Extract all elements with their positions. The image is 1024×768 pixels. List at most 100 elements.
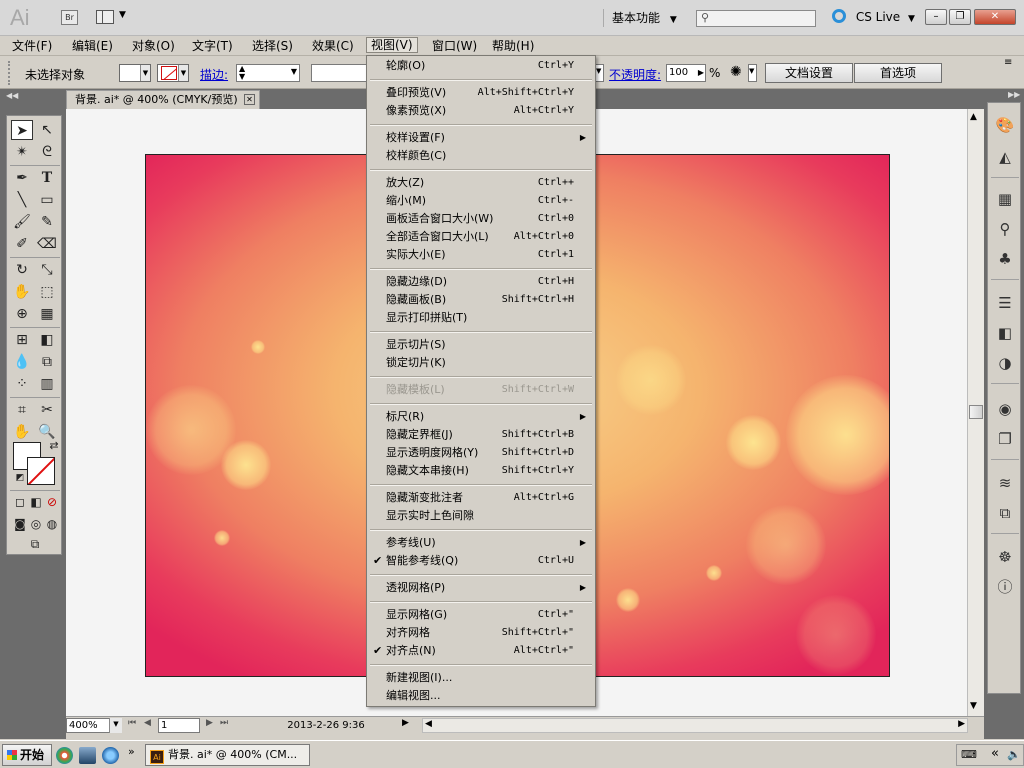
- minimize-button[interactable]: –: [925, 9, 947, 25]
- help-search-input[interactable]: ⚲: [696, 10, 816, 27]
- brush-field[interactable]: [311, 64, 367, 82]
- menu-item-proof-setup[interactable]: 校样设置(F) ▶: [368, 129, 594, 147]
- document-setup-button[interactable]: 文档设置: [765, 63, 853, 83]
- keyboard-icon[interactable]: ⌨: [961, 748, 977, 761]
- eyedropper-tool-icon[interactable]: 💧: [11, 352, 33, 372]
- next-artboard-icon[interactable]: ▶: [206, 718, 213, 728]
- menu-window[interactable]: 窗口(W): [428, 38, 481, 54]
- cs-live-button[interactable]: CS Live ▼: [832, 9, 915, 24]
- vertical-scrollbar[interactable]: ▲ ▼: [967, 109, 984, 716]
- menu-help[interactable]: 帮助(H): [488, 38, 538, 54]
- hand-tool-icon[interactable]: ✋: [11, 422, 33, 442]
- rectangle-tool-icon[interactable]: ▭: [36, 190, 58, 210]
- swap-colors-icon[interactable]: ⇄: [43, 436, 65, 456]
- menu-item-smart-guides[interactable]: ✔ 智能参考线(Q) Ctrl+U: [368, 552, 594, 570]
- menu-item-show-live-paint-gaps[interactable]: 显示实时上色间隙: [368, 507, 594, 525]
- menu-effect[interactable]: 效果(C): [308, 38, 358, 54]
- menu-object[interactable]: 对象(O): [128, 38, 179, 54]
- menu-item-fit-all[interactable]: 全部适合窗口大小(L) Alt+Ctrl+0: [368, 228, 594, 246]
- draw-inside-icon[interactable]: ◍: [41, 514, 63, 534]
- shape-builder-tool-icon[interactable]: ⊕: [11, 304, 33, 324]
- color-guide-icon[interactable]: ◭: [995, 147, 1015, 167]
- blob-brush-tool-icon[interactable]: ✐: [11, 234, 33, 254]
- restore-button[interactable]: ❐: [949, 9, 971, 25]
- scroll-up-icon[interactable]: ▲: [970, 112, 977, 122]
- default-colors-icon[interactable]: ◩: [9, 468, 31, 488]
- workspace-switcher[interactable]: 基本功能 ▼: [603, 9, 677, 27]
- gradient-tool-icon[interactable]: ◧: [36, 330, 58, 350]
- internet-explorer-icon[interactable]: [102, 747, 119, 764]
- info-icon[interactable]: ⓘ: [995, 577, 1015, 597]
- bridge-button[interactable]: Br: [61, 10, 78, 25]
- opacity-field[interactable]: 100 ▶: [666, 64, 706, 82]
- menu-select[interactable]: 选择(S): [248, 38, 297, 54]
- stroke-weight-field[interactable]: ▲ ▼ ▼: [236, 64, 300, 82]
- paintbrush-tool-icon[interactable]: 🖌: [11, 212, 33, 232]
- stroke-panel-icon[interactable]: ☰: [995, 293, 1015, 313]
- menu-item-hide-gradient-annotator[interactable]: 隐藏渐变批注者 Alt+Ctrl+G: [368, 489, 594, 507]
- stroke-swatch[interactable]: ▼: [157, 64, 189, 82]
- close-icon[interactable]: ✕: [244, 94, 255, 105]
- menu-item-proof-colors[interactable]: 校样颜色(C): [368, 147, 594, 165]
- mesh-tool-icon[interactable]: ⊞: [11, 330, 33, 350]
- first-artboard-icon[interactable]: ⏮: [128, 718, 136, 728]
- menu-item-perspective-grid[interactable]: 透视网格(P) ▶: [368, 579, 594, 597]
- magic-wand-tool-icon[interactable]: ✴: [11, 142, 33, 162]
- menu-item-overprint-preview[interactable]: 叠印预览(V) Alt+Shift+Ctrl+Y: [368, 84, 594, 102]
- gradient-panel-icon[interactable]: ◧: [995, 323, 1015, 343]
- selection-tool-icon[interactable]: ➤: [11, 120, 33, 140]
- perspective-grid-tool-icon[interactable]: ▦: [36, 304, 58, 324]
- menu-item-outline[interactable]: 轮廓(O) Ctrl+Y: [368, 57, 594, 75]
- expand-tray-icon[interactable]: «: [991, 746, 999, 761]
- recolor-icon[interactable]: ✺: [730, 64, 742, 80]
- free-transform-tool-icon[interactable]: ⬚: [36, 282, 58, 302]
- stroke-color-box[interactable]: [27, 457, 55, 485]
- menu-item-fit-artboard[interactable]: 画板适合窗口大小(W) Ctrl+0: [368, 210, 594, 228]
- menu-file[interactable]: 文件(F): [8, 38, 56, 54]
- last-artboard-icon[interactable]: ⏭: [220, 718, 228, 728]
- scroll-down-icon[interactable]: ▼: [970, 701, 977, 711]
- horizontal-scrollbar[interactable]: ◀ ▶: [422, 718, 968, 733]
- opacity-link[interactable]: 不透明度:: [609, 66, 661, 83]
- menu-item-show-transparency-grid[interactable]: 显示透明度网格(Y) Shift+Ctrl+D: [368, 444, 594, 462]
- expand-icon[interactable]: ▶▶: [1008, 90, 1020, 99]
- appearance-icon[interactable]: ◉: [995, 399, 1015, 419]
- menu-item-hide-text-threads[interactable]: 隐藏文本串接(H) Shift+Ctrl+Y: [368, 462, 594, 480]
- document-tab[interactable]: 背景. ai* @ 400% (CMYK/预览) ✕: [66, 90, 260, 109]
- panel-grip[interactable]: [8, 61, 12, 85]
- close-button[interactable]: ✕: [974, 9, 1016, 25]
- brushes-icon[interactable]: ⚲: [995, 219, 1015, 239]
- rotate-tool-icon[interactable]: ↻: [11, 260, 33, 280]
- artboard-number-field[interactable]: 1: [158, 718, 200, 733]
- pen-tool-icon[interactable]: ✒: [11, 168, 33, 188]
- symbols-icon[interactable]: ♣: [995, 249, 1015, 269]
- eraser-tool-icon[interactable]: ⌫: [36, 234, 58, 254]
- direct-selection-tool-icon[interactable]: ↖: [36, 120, 58, 140]
- menu-item-guides[interactable]: 参考线(U) ▶: [368, 534, 594, 552]
- symbol-sprayer-tool-icon[interactable]: ⁘: [11, 374, 33, 394]
- line-tool-icon[interactable]: ╲: [11, 190, 33, 210]
- scroll-left-icon[interactable]: ◀: [425, 719, 432, 729]
- menu-item-edit-views[interactable]: 编辑视图...: [368, 687, 594, 705]
- chevron-right-icon[interactable]: »: [128, 745, 135, 758]
- lasso-tool-icon[interactable]: ᘓ: [36, 142, 58, 162]
- fill-swatch[interactable]: ▼: [119, 64, 151, 82]
- menu-item-new-view[interactable]: 新建视图(I)...: [368, 669, 594, 687]
- menu-item-hide-edges[interactable]: 隐藏边缘(D) Ctrl+H: [368, 273, 594, 291]
- panel-menu-icon[interactable]: ≡: [1004, 57, 1012, 68]
- warp-tool-icon[interactable]: ✋: [11, 282, 33, 302]
- recolor-dropdown[interactable]: ▼: [748, 64, 757, 82]
- menu-item-show-slices[interactable]: 显示切片(S): [368, 336, 594, 354]
- none-mode-icon[interactable]: ⊘: [41, 492, 63, 512]
- navigator-icon[interactable]: ☸: [995, 547, 1015, 567]
- scroll-right-icon[interactable]: ▶: [958, 719, 965, 729]
- blend-tool-icon[interactable]: ⧉: [36, 352, 58, 372]
- menu-item-actual-size[interactable]: 实际大小(E) Ctrl+1: [368, 246, 594, 264]
- scroll-thumb[interactable]: [969, 405, 983, 419]
- menu-item-hide-artboards[interactable]: 隐藏画板(B) Shift+Ctrl+H: [368, 291, 594, 309]
- swatches-icon[interactable]: ▦: [995, 189, 1015, 209]
- menu-item-rulers[interactable]: 标尺(R) ▶: [368, 408, 594, 426]
- previous-artboard-icon[interactable]: ◀: [144, 718, 151, 728]
- type-tool-icon[interactable]: T: [36, 168, 58, 188]
- color-panel-icon[interactable]: 🎨: [995, 115, 1015, 135]
